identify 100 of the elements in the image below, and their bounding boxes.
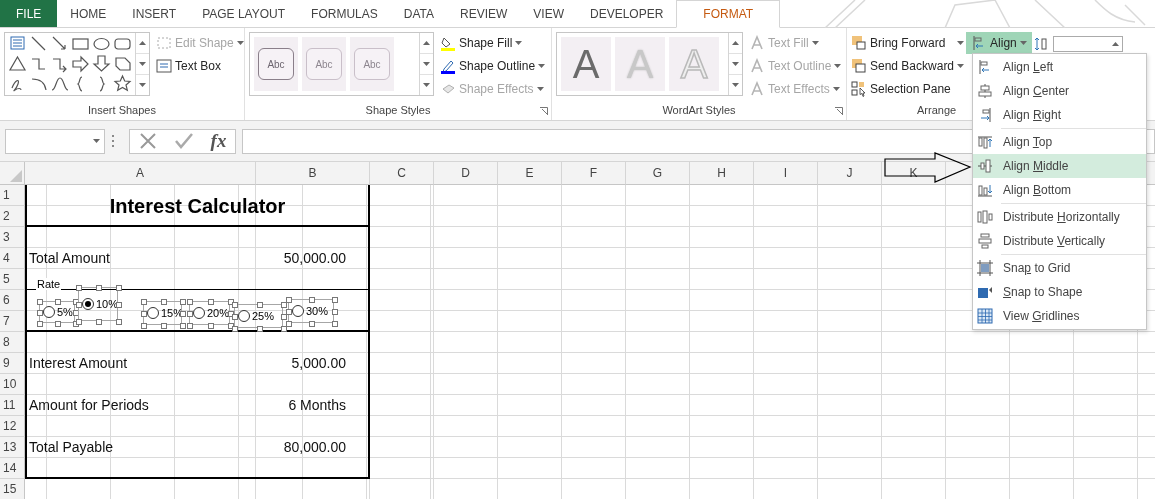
group-label: Insert Shapes — [88, 103, 156, 118]
radio-button[interactable] — [147, 307, 159, 319]
column-header[interactable]: C — [370, 162, 434, 185]
file-tab[interactable]: FILE — [0, 0, 58, 27]
align-bottom-icon — [977, 182, 993, 198]
row-header[interactable]: 7 — [0, 311, 25, 332]
menu-item[interactable]: Snap to Grid — [973, 256, 1146, 280]
align-button[interactable]: Align — [966, 32, 1032, 54]
caret-icon — [832, 87, 840, 91]
column-header[interactable]: F — [562, 162, 626, 185]
menu-item[interactable]: Snap to Shape — [973, 280, 1146, 304]
menu-item[interactable]: Align Left — [973, 55, 1146, 79]
row-header[interactable]: 10 — [0, 374, 25, 395]
resize-handle[interactable] — [207, 323, 214, 329]
menu-item[interactable]: Align Center — [973, 79, 1146, 103]
send-backward-button[interactable]: Send Backward — [851, 55, 965, 77]
row-header[interactable]: 2 — [0, 206, 25, 227]
shape-fill-button[interactable]: Shape Fill — [440, 32, 546, 54]
row-header[interactable]: 9 — [0, 353, 25, 374]
resize-handle[interactable] — [96, 285, 102, 291]
align-center-icon — [977, 83, 993, 99]
text-box-button[interactable]: Text Box — [156, 55, 244, 77]
ribbon-tab[interactable]: VIEW — [520, 0, 577, 27]
row-header[interactable]: 3 — [0, 227, 25, 248]
dialog-launcher-icon[interactable] — [835, 107, 843, 115]
ribbon-tab[interactable]: PAGE LAYOUT — [189, 0, 299, 27]
wordart-style-option[interactable]: A — [561, 37, 611, 91]
radio-button[interactable] — [238, 310, 250, 322]
resize-handle[interactable] — [207, 299, 214, 305]
resize-handle[interactable] — [256, 326, 263, 332]
resize-handle[interactable] — [256, 302, 263, 308]
height-field[interactable] — [1052, 36, 1123, 52]
bring-forward-icon — [851, 35, 867, 51]
shape-style-option[interactable]: Abc — [254, 37, 298, 91]
menu-item[interactable]: Align Right — [973, 103, 1146, 127]
resize-handle[interactable] — [116, 319, 122, 325]
resize-handle[interactable] — [76, 285, 82, 291]
ribbon-tab[interactable]: HOME — [57, 0, 120, 27]
menu-item[interactable]: Distribute Horizontally — [973, 205, 1146, 229]
row-header[interactable]: 12 — [0, 416, 25, 437]
row-header[interactable]: 13 — [0, 437, 25, 458]
ribbon-tab[interactable]: REVIEW — [447, 0, 521, 27]
star-icon[interactable] — [113, 74, 132, 93]
ribbon-tab[interactable]: DATA — [390, 0, 447, 27]
resize-handle[interactable] — [55, 321, 61, 327]
radio-button[interactable] — [193, 307, 205, 319]
resize-handle[interactable] — [160, 299, 167, 305]
triangle-icon[interactable] — [8, 54, 27, 73]
row-header[interactable]: 11 — [0, 395, 25, 416]
menu-item[interactable]: Distribute Vertically — [973, 229, 1146, 253]
insert-function-button[interactable]: fx — [210, 130, 227, 152]
menu-item[interactable]: Align Bottom — [973, 178, 1146, 202]
resize-handle[interactable] — [309, 321, 315, 327]
column-header[interactable]: B — [256, 162, 370, 185]
ribbon-tab[interactable]: FORMAT — [676, 0, 781, 28]
resize-handle[interactable] — [116, 285, 122, 291]
radio-button[interactable] — [43, 306, 55, 318]
radio-button[interactable] — [82, 298, 94, 310]
enter-icon[interactable] — [173, 132, 194, 150]
menu-item[interactable]: View Gridlines — [973, 304, 1146, 328]
selection-pane-button[interactable]: Selection Pane — [851, 78, 965, 100]
column-header[interactable]: E — [498, 162, 562, 185]
right-arrow-icon[interactable] — [71, 54, 90, 73]
column-header[interactable]: G — [626, 162, 690, 185]
ribbon-tab[interactable]: FORMULAS — [298, 0, 391, 27]
bring-forward-button[interactable]: Bring Forward — [851, 32, 965, 54]
radio-button[interactable] — [292, 305, 304, 317]
row-header[interactable]: 15 — [0, 479, 25, 499]
row-header[interactable]: 8 — [0, 332, 25, 353]
column-header[interactable]: I — [754, 162, 818, 185]
column-header[interactable]: D — [434, 162, 498, 185]
menu-item[interactable]: Align Middle — [973, 154, 1146, 178]
resize-handle[interactable] — [96, 319, 102, 325]
menu-item[interactable]: Align Top — [973, 130, 1146, 154]
cancel-icon[interactable] — [138, 132, 157, 150]
column-header[interactable]: H — [690, 162, 754, 185]
caret-icon — [538, 64, 546, 68]
folded-shape-icon[interactable] — [113, 54, 132, 73]
down-arrow-icon[interactable] — [92, 54, 111, 73]
ribbon-tab[interactable]: DEVELOPER — [577, 0, 677, 27]
resize-handle[interactable] — [116, 302, 122, 308]
ribbon-tab[interactable]: INSERT — [119, 0, 190, 27]
dialog-launcher-icon[interactable] — [540, 107, 548, 115]
column-header[interactable]: A — [25, 162, 256, 185]
row-header[interactable]: 4 — [0, 248, 25, 269]
row-header[interactable]: 5 — [0, 269, 25, 290]
arrow-icon[interactable] — [50, 34, 69, 53]
column-header[interactable]: J — [818, 162, 882, 185]
more-icon — [423, 83, 430, 87]
line-icon[interactable] — [29, 34, 48, 53]
resize-handle[interactable] — [55, 299, 61, 305]
resize-handle[interactable] — [309, 297, 315, 303]
cell-value: 50,000.00 — [283, 250, 347, 268]
row-header[interactable]: 1 — [0, 185, 25, 206]
row-header[interactable]: 14 — [0, 458, 25, 479]
text-outline-icon — [749, 58, 765, 74]
shape-outline-button[interactable]: Shape Outline — [440, 55, 546, 77]
resize-handle[interactable] — [160, 323, 167, 329]
row-header[interactable]: 6 — [0, 290, 25, 311]
height-icon — [1033, 36, 1050, 52]
